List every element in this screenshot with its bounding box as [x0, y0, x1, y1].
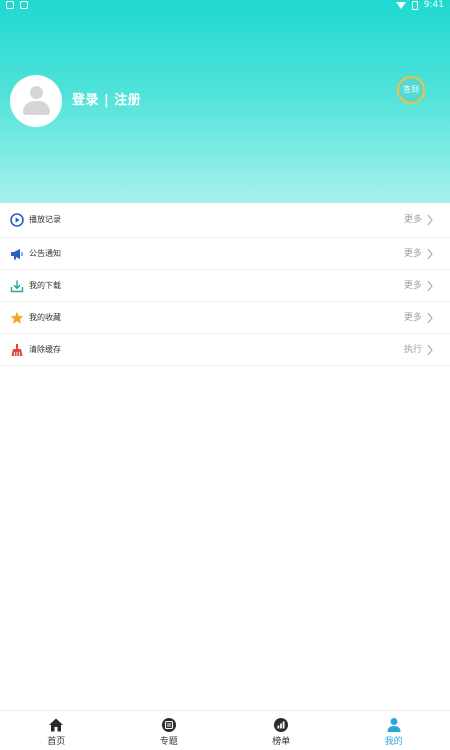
avatar[interactable]: [10, 75, 62, 127]
chevron-right-icon: [427, 344, 433, 355]
nav-tab-label: 首页: [47, 737, 66, 747]
battery-icon: [411, 1, 418, 10]
menu-item-more[interactable]: 更多: [404, 279, 434, 293]
status-notifications: [6, 1, 28, 9]
login-register-link[interactable]: 登录 | 注册: [72, 92, 141, 110]
menu-item-favorites[interactable]: 我的收藏 更多: [0, 302, 450, 334]
menu-item-announcements[interactable]: 公告通知 更多: [0, 238, 450, 270]
download-icon: [10, 280, 24, 292]
user-icon: [387, 718, 401, 732]
nav-tab-label: 专题: [159, 737, 178, 747]
menu-item-action-label: 更多: [403, 248, 422, 259]
nav-tab-label: 榜单: [272, 737, 291, 747]
menu-item-more[interactable]: 更多: [404, 213, 434, 227]
profile-header: 9:41 登录 | 注册 签到: [0, 0, 450, 203]
menu-item-more[interactable]: 更多: [404, 311, 434, 325]
chevron-right-icon: [427, 248, 433, 259]
menu-item-action-label: 执行: [403, 344, 422, 355]
notification-icon: [6, 1, 14, 9]
status-bar: 9:41: [0, 0, 450, 12]
menu-item-label: 公告通知: [29, 248, 61, 258]
menu-item-execute[interactable]: 执行: [404, 343, 434, 357]
nav-tab-home[interactable]: 首页: [0, 711, 113, 750]
nav-tab-mine[interactable]: 我的: [338, 711, 450, 750]
status-time: 9:41: [423, 0, 444, 10]
megaphone-icon: [11, 248, 23, 259]
menu-item-action-label: 更多: [403, 280, 422, 291]
menu-item-action-label: 更多: [403, 215, 422, 225]
chart-icon: [274, 718, 289, 732]
menu-item-downloads[interactable]: 我的下载 更多: [0, 270, 450, 302]
menu-list: 播放记录 更多 公告通知 更多 我的下载 更多 我的收藏 更多 清除缓存 执行: [0, 203, 450, 366]
bottom-nav: 首页 专题 榜单 我的: [0, 710, 450, 750]
menu-item-label: 播放记录: [29, 215, 61, 224]
sign-in-button[interactable]: 签到: [397, 76, 425, 104]
chevron-right-icon: [427, 312, 433, 323]
nav-tab-topics[interactable]: 专题: [113, 711, 226, 750]
status-right: 9:41: [395, 0, 444, 11]
menu-item-label: 我的下载: [29, 280, 61, 290]
menu-item-label: 清除缓存: [29, 344, 61, 354]
nav-tab-rankings[interactable]: 榜单: [225, 711, 338, 750]
menu-item-label: 我的收藏: [29, 312, 61, 322]
menu-item-more[interactable]: 更多: [404, 247, 434, 261]
profile-screen: 9:41 登录 | 注册 签到 播放记录 更多 公告通知 更多 我的下载 更多 …: [0, 0, 450, 750]
chevron-right-icon: [427, 280, 433, 291]
avatar-placeholder-body: [23, 101, 50, 115]
home-icon: [49, 718, 64, 732]
avatar-placeholder-icon: [30, 86, 43, 99]
chevron-right-icon: [427, 214, 433, 226]
wifi-icon: [395, 2, 406, 9]
topic-icon: [161, 718, 176, 732]
notification-icon: [20, 1, 28, 9]
menu-item-play-history[interactable]: 播放记录 更多: [0, 203, 450, 238]
nav-tab-label: 我的: [384, 737, 403, 747]
broom-icon: [11, 343, 23, 356]
menu-item-action-label: 更多: [403, 312, 422, 323]
play-circle-icon: [10, 213, 24, 227]
star-icon: [10, 311, 24, 324]
menu-item-clear-cache[interactable]: 清除缓存 执行: [0, 334, 450, 366]
